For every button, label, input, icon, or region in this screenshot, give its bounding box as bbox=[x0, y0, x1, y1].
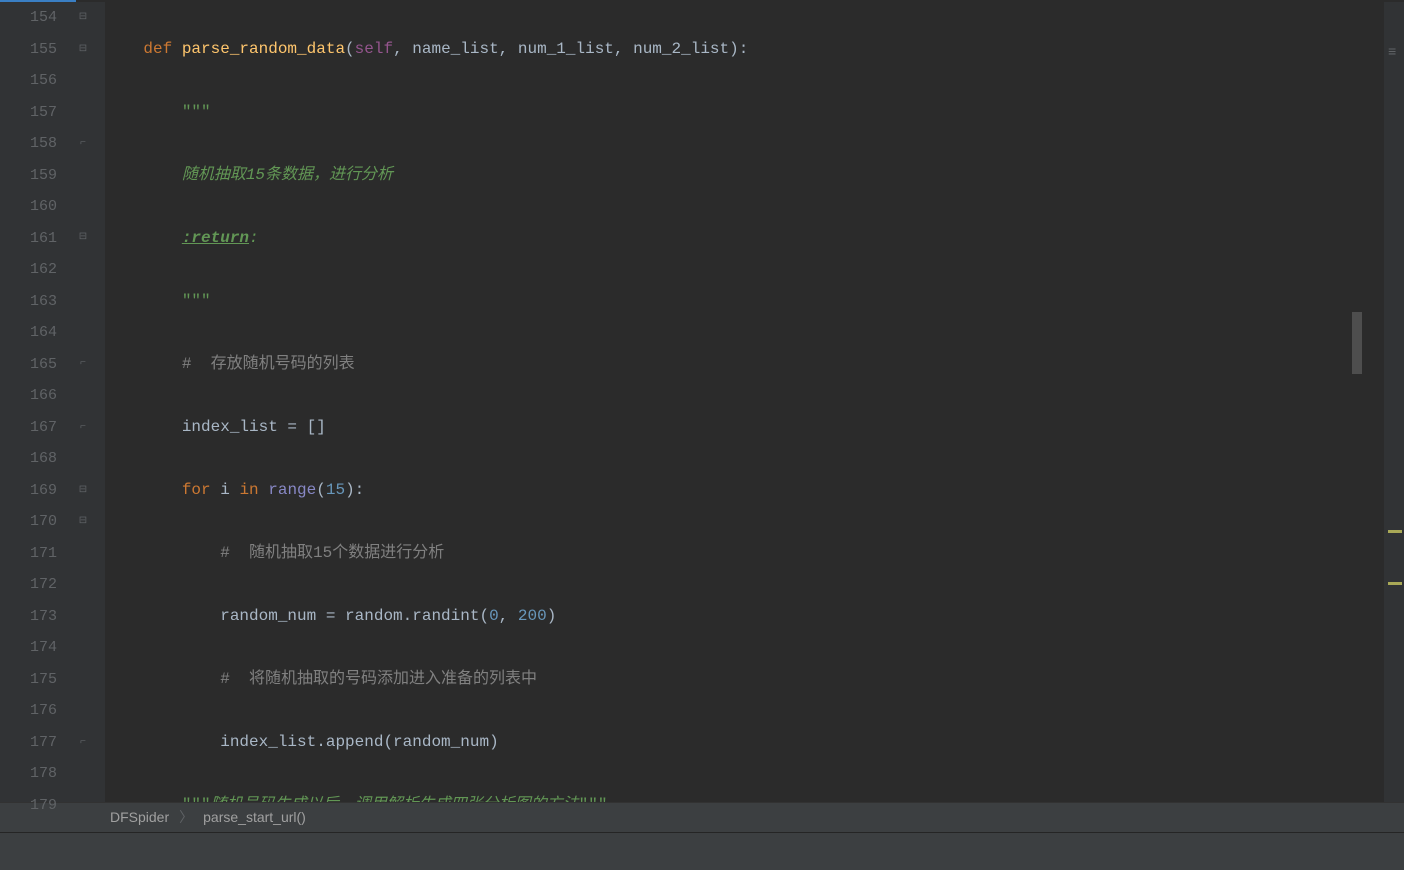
warning-marker[interactable] bbox=[1388, 530, 1402, 533]
fold-minus-icon[interactable]: ⊟ bbox=[75, 42, 91, 58]
line-number: 170 bbox=[0, 506, 57, 538]
code-line: """随机号码生成以后，调用解析生成四张分析图的方法""" bbox=[105, 790, 1384, 803]
line-number: 169 bbox=[0, 475, 57, 507]
fold-minus-icon[interactable]: ⊟ bbox=[75, 514, 91, 530]
line-number: 160 bbox=[0, 191, 57, 223]
line-number: 176 bbox=[0, 695, 57, 727]
code-editor[interactable]: 154 155 156 157 158 159 160 161 162 163 … bbox=[0, 2, 1404, 802]
line-number: 156 bbox=[0, 65, 57, 97]
fold-end-icon[interactable]: ⌐ bbox=[75, 136, 91, 152]
marker-stripe[interactable]: ≡ bbox=[1384, 2, 1404, 802]
line-number: 161 bbox=[0, 223, 57, 255]
line-number: 171 bbox=[0, 538, 57, 570]
chevron-right-icon: 〉 bbox=[179, 802, 193, 834]
code-line: index_list = [] bbox=[105, 412, 1384, 444]
line-number: 155 bbox=[0, 34, 57, 66]
line-number: 177 bbox=[0, 727, 57, 759]
breadcrumb-class[interactable]: DFSpider bbox=[110, 802, 169, 834]
code-line: # 存放随机号码的列表 bbox=[105, 349, 1384, 381]
vertical-scrollbar[interactable] bbox=[1352, 312, 1362, 374]
code-line: :return: bbox=[105, 223, 1384, 255]
warning-marker[interactable] bbox=[1388, 582, 1402, 585]
line-number-gutter: 154 155 156 157 158 159 160 161 162 163 … bbox=[0, 2, 75, 802]
line-number: 172 bbox=[0, 569, 57, 601]
code-text-area[interactable]: def parse_random_data(self, name_list, n… bbox=[105, 2, 1384, 802]
line-number: 168 bbox=[0, 443, 57, 475]
breadcrumb-bar[interactable]: DFSpider 〉 parse_start_url() bbox=[0, 802, 1404, 832]
hamburger-icon[interactable]: ≡ bbox=[1388, 38, 1400, 70]
code-line: """ bbox=[105, 97, 1384, 129]
line-number: 178 bbox=[0, 758, 57, 790]
code-line: """ bbox=[105, 286, 1384, 318]
code-line: # 随机抽取15个数据进行分析 bbox=[105, 538, 1384, 570]
line-number: 164 bbox=[0, 317, 57, 349]
line-number: 162 bbox=[0, 254, 57, 286]
code-line: 随机抽取15条数据，进行分析 bbox=[105, 160, 1384, 192]
code-line: # 将随机抽取的号码添加进入准备的列表中 bbox=[105, 664, 1384, 696]
tool-window-bar[interactable] bbox=[0, 832, 1404, 870]
fold-minus-icon[interactable]: ⊟ bbox=[75, 10, 91, 26]
code-line: random_num = random.randint(0, 200) bbox=[105, 601, 1384, 633]
fold-minus-icon[interactable]: ⊟ bbox=[75, 230, 91, 246]
line-number: 157 bbox=[0, 97, 57, 129]
line-number: 158 bbox=[0, 128, 57, 160]
line-number: 175 bbox=[0, 664, 57, 696]
line-number: 174 bbox=[0, 632, 57, 664]
fold-end-icon[interactable]: ⌐ bbox=[75, 735, 91, 751]
line-number: 154 bbox=[0, 2, 57, 34]
fold-end-icon[interactable]: ⌐ bbox=[75, 420, 91, 436]
line-number: 163 bbox=[0, 286, 57, 318]
fold-minus-icon[interactable]: ⊟ bbox=[75, 483, 91, 499]
breadcrumb-method[interactable]: parse_start_url() bbox=[203, 802, 306, 834]
fold-gutter: ⊟ ⊟ ⌐ ⊟ ⌐ ⌐ ⊟ ⊟ ⌐ bbox=[75, 2, 105, 802]
line-number: 159 bbox=[0, 160, 57, 192]
line-number: 179 bbox=[0, 790, 57, 822]
line-number: 166 bbox=[0, 380, 57, 412]
line-number: 165 bbox=[0, 349, 57, 381]
line-number: 167 bbox=[0, 412, 57, 444]
fold-end-icon[interactable]: ⌐ bbox=[75, 356, 91, 372]
code-line: def parse_random_data(self, name_list, n… bbox=[105, 34, 1384, 66]
code-line: for i in range(15): bbox=[105, 475, 1384, 507]
line-number: 173 bbox=[0, 601, 57, 633]
code-line: index_list.append(random_num) bbox=[105, 727, 1384, 759]
